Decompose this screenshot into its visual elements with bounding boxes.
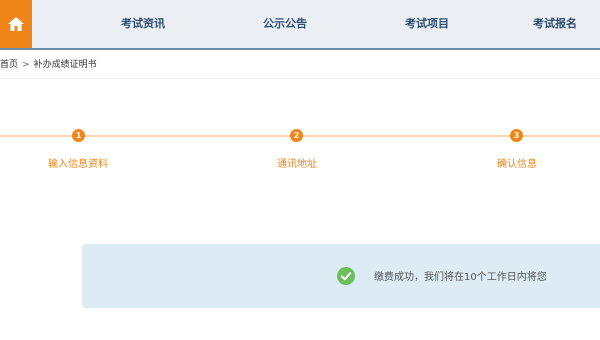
divider <box>0 78 600 79</box>
breadcrumb-separator: > <box>22 60 30 70</box>
nav-item-exam-news[interactable]: 考试资讯 <box>121 0 165 48</box>
nav-item-announcements[interactable]: 公示公告 <box>263 0 307 48</box>
nav-item-exam-registration[interactable]: 考试报名 <box>533 0 577 48</box>
notice-text: 缴费成功，我们将在10个工作日内将您 <box>374 272 547 283</box>
breadcrumb-current: 补办成绩证明书 <box>33 60 97 70</box>
breadcrumb-home-link[interactable]: 首页 <box>0 60 18 70</box>
home-button[interactable] <box>0 0 32 48</box>
check-circle-icon <box>337 267 355 285</box>
step-3-label: 确认信息 <box>497 159 537 170</box>
breadcrumb: 首页 > 补办成绩证明书 <box>0 57 97 73</box>
step-2-label: 通讯地址 <box>277 159 317 170</box>
home-icon <box>8 17 24 31</box>
step-1-label: 输入信息资料 <box>48 159 108 170</box>
step-3-marker: 3 <box>510 129 523 142</box>
step-2-marker: 2 <box>290 129 303 142</box>
success-notice: 缴费成功，我们将在10个工作日内将您 <box>82 244 600 308</box>
nav-item-exam-projects[interactable]: 考试项目 <box>405 0 449 48</box>
step-1-marker: 1 <box>72 129 85 142</box>
top-nav-bar: 考试资讯 公示公告 考试项目 考试报名 <box>0 0 600 50</box>
